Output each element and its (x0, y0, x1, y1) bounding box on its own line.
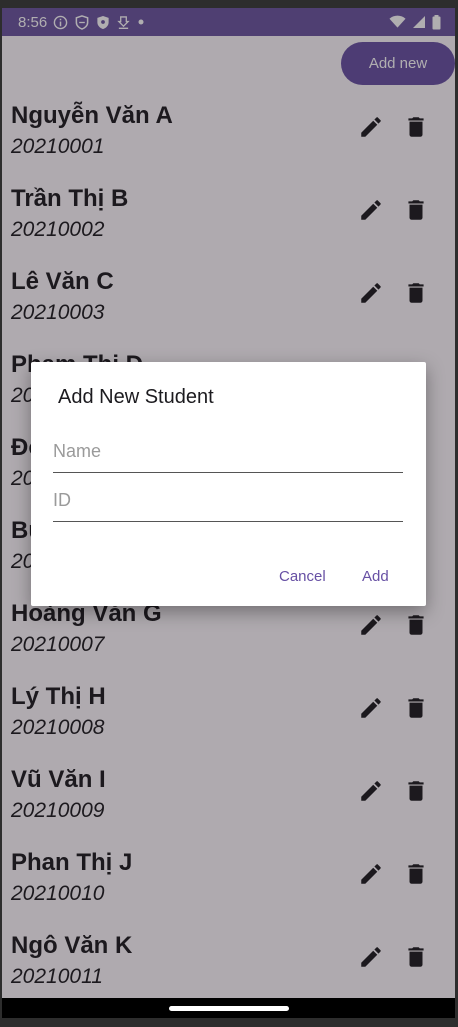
cancel-button[interactable]: Cancel (279, 568, 326, 585)
id-input[interactable] (53, 483, 403, 522)
phone-screen: 8:56 Add new Nguyễn Văn A 20210001 Trần … (2, 8, 455, 1018)
add-student-dialog: Add New Student Cancel Add (31, 362, 426, 606)
navigation-bar (2, 998, 455, 1018)
name-input[interactable] (53, 434, 403, 473)
home-gesture-handle[interactable] (169, 1006, 289, 1011)
add-button[interactable]: Add (362, 568, 389, 585)
dialog-title: Add New Student (58, 386, 214, 408)
